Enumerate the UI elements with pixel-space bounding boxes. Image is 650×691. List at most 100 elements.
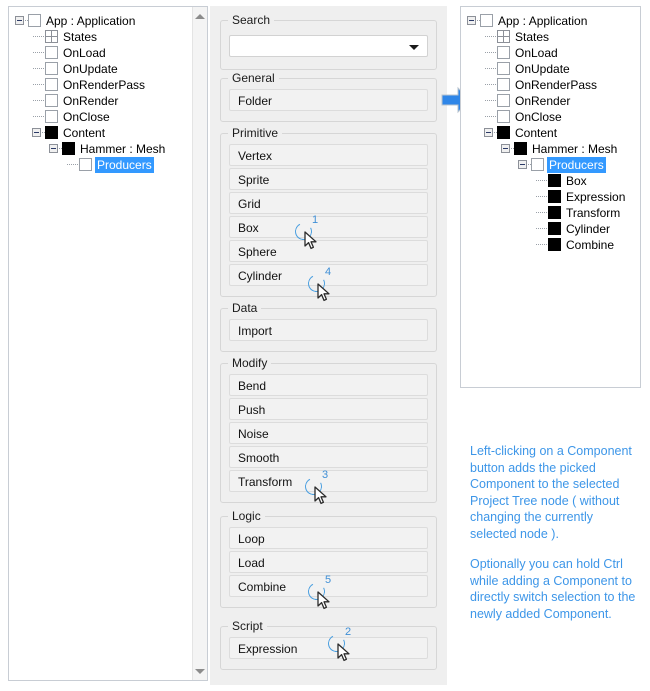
group-logic: Logic Loop Load Combine <box>220 509 437 608</box>
blank-swatch-icon <box>497 46 510 59</box>
blank-swatch-icon <box>497 78 510 91</box>
tree-connector <box>33 116 44 118</box>
tree-node-label: OnUpdate <box>515 62 570 76</box>
component-button-sprite[interactable]: Sprite <box>229 168 428 190</box>
tree-connector <box>485 116 496 118</box>
tree-expander-minus-icon[interactable] <box>518 160 527 169</box>
annotation-notes: Left-clicking on a Component button adds… <box>470 443 642 622</box>
group-modify-label: Modify <box>228 356 272 370</box>
project-tree-after-panel[interactable]: App : Application States OnLoad OnUpdate OnR… <box>460 6 641 388</box>
blank-swatch-icon <box>497 62 510 75</box>
group-general: General Folder <box>220 71 437 122</box>
component-button-folder[interactable]: Folder <box>229 89 428 111</box>
component-button-expression[interactable]: Expression <box>229 637 428 659</box>
group-primitive-label: Primitive <box>228 126 283 140</box>
component-button-transform[interactable]: Transform <box>229 470 428 492</box>
tree-scrollbar[interactable] <box>192 7 207 680</box>
black-swatch-icon <box>62 142 75 155</box>
tree-node-label: Cylinder <box>566 222 611 236</box>
tree-expander-minus-icon[interactable] <box>15 16 24 25</box>
tree-connector <box>536 196 547 198</box>
grid-swatch-icon <box>497 30 510 43</box>
tree-connector <box>536 180 547 182</box>
tree-node-label: Box <box>566 174 587 188</box>
blank-swatch-icon <box>45 94 58 107</box>
blank-swatch-icon <box>28 14 41 27</box>
tree-node-label: OnClose <box>63 110 110 124</box>
black-swatch-icon <box>548 238 561 251</box>
group-body: Loop Load Combine <box>221 517 436 605</box>
annotation-paragraph: Optionally you can hold Ctrl while addin… <box>470 557 636 621</box>
tree-node-label: Content <box>63 126 106 140</box>
tree-node-label: Transform <box>566 206 621 220</box>
black-swatch-icon <box>548 174 561 187</box>
group-body: Expression <box>221 627 436 667</box>
black-swatch-icon <box>548 206 561 219</box>
tree-node-label: Expression <box>566 190 626 204</box>
tree-connector <box>67 164 78 166</box>
black-swatch-icon <box>45 126 58 139</box>
group-data: Data Import <box>220 301 437 352</box>
blank-swatch-icon <box>45 78 58 91</box>
group-body: Folder <box>221 79 436 119</box>
tree-connector <box>485 52 496 54</box>
group-data-label: Data <box>228 301 262 315</box>
tree-connector <box>33 36 44 38</box>
tree-connector <box>33 100 44 102</box>
tree-connector <box>536 228 547 230</box>
component-button-cylinder[interactable]: Cylinder <box>229 264 428 286</box>
tree-expander-minus-icon[interactable] <box>49 144 58 153</box>
component-button-load[interactable]: Load <box>229 551 428 573</box>
tree-node-label: OnClose <box>515 110 562 124</box>
group-logic-label: Logic <box>228 509 265 523</box>
component-button-loop[interactable]: Loop <box>229 527 428 549</box>
tree-expander-minus-icon[interactable] <box>501 144 510 153</box>
component-button-bend[interactable]: Bend <box>229 374 428 396</box>
group-primitive: Primitive Vertex Sprite Grid Box Sphere Cylind… <box>220 126 437 297</box>
tree-node-label: OnRender <box>515 94 571 108</box>
tree-expander-minus-icon[interactable] <box>467 16 476 25</box>
tree-connector <box>536 212 547 214</box>
tree-node-label: Producers <box>95 157 154 173</box>
tree-node-label: Content <box>515 126 558 140</box>
search-input[interactable] <box>230 36 407 56</box>
group-search-label: Search <box>228 13 275 27</box>
annotation-paragraph: Left-clicking on a Component button adds… <box>470 444 632 541</box>
tree-connector <box>33 84 44 86</box>
search-combo[interactable] <box>229 35 428 57</box>
tree-connector <box>485 84 496 86</box>
group-general-label: General <box>228 71 279 85</box>
blank-swatch-icon <box>497 110 510 123</box>
tree-node-label: Hammer : Mesh <box>80 142 166 156</box>
tree-expander-minus-icon[interactable] <box>32 128 41 137</box>
group-search: Search <box>220 13 437 70</box>
chevron-down-icon[interactable] <box>409 45 419 50</box>
component-button-push[interactable]: Push <box>229 398 428 420</box>
tree-connector <box>33 52 44 54</box>
tree-connector <box>485 36 496 38</box>
tree-connector <box>536 244 547 246</box>
tree-connector <box>485 100 496 102</box>
scroll-up-arrow-icon[interactable] <box>193 9 207 23</box>
blank-swatch-icon <box>531 158 544 171</box>
component-button-combine[interactable]: Combine <box>229 575 428 597</box>
blank-swatch-icon <box>45 46 58 59</box>
blank-swatch-icon <box>79 158 92 171</box>
component-button-vertex[interactable]: Vertex <box>229 144 428 166</box>
tree-node-label: Hammer : Mesh <box>532 142 618 156</box>
component-button-sphere[interactable]: Sphere <box>229 240 428 262</box>
component-button-box[interactable]: Box <box>229 216 428 238</box>
grid-swatch-icon <box>45 30 58 43</box>
component-button-smooth[interactable]: Smooth <box>229 446 428 468</box>
group-body: Bend Push Noise Smooth Transform <box>221 364 436 500</box>
project-tree-before-panel[interactable]: App : Application States OnLoad OnUpdate OnR… <box>8 6 208 681</box>
black-swatch-icon <box>548 222 561 235</box>
scroll-down-arrow-icon[interactable] <box>193 664 207 678</box>
component-button-import[interactable]: Import <box>229 319 428 341</box>
component-button-grid[interactable]: Grid <box>229 192 428 214</box>
blank-swatch-icon <box>45 110 58 123</box>
tree-node-label: States <box>515 30 550 44</box>
tree-node-label: States <box>63 30 98 44</box>
tree-expander-minus-icon[interactable] <box>484 128 493 137</box>
component-button-noise[interactable]: Noise <box>229 422 428 444</box>
